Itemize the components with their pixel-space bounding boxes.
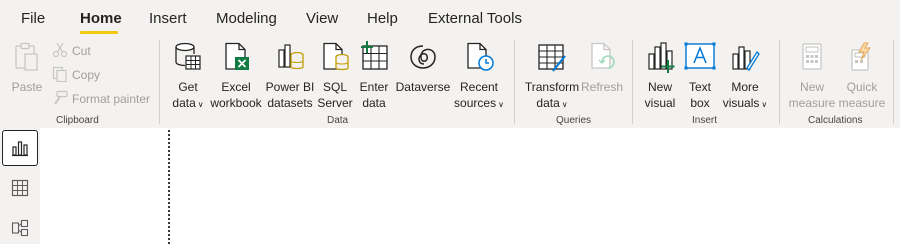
refresh-button[interactable]: Refresh	[580, 40, 624, 110]
new-visual-label-1: New	[647, 80, 672, 94]
paste-button[interactable]: Paste	[8, 40, 46, 100]
database-icon	[175, 42, 201, 70]
transform-data-icon	[538, 44, 566, 72]
new-visual-icon	[648, 42, 675, 73]
active-tab-indicator	[80, 31, 118, 34]
paste-icon	[15, 42, 38, 71]
chevron-down-icon: ∨	[561, 100, 568, 109]
sql-server-button[interactable]: SQL Server	[316, 40, 354, 110]
ribbon: Paste Cut Copy Format painter Clipboard	[0, 36, 900, 129]
menu-bar: File Home Insert Modeling View Help Exte…	[0, 0, 900, 36]
tab-file[interactable]: File	[21, 10, 45, 27]
chevron-down-icon: ∨	[498, 100, 504, 109]
new-visual-button[interactable]: New visual	[640, 40, 680, 110]
canvas-page-boundary	[168, 130, 170, 244]
dataverse-label: Dataverse	[395, 80, 451, 94]
quick-measure-label-1: Quick	[846, 80, 878, 94]
power-bi-label-2: datasets	[267, 96, 313, 110]
enter-data-label-1: Enter	[359, 80, 389, 94]
tab-modeling[interactable]: Modeling	[216, 10, 277, 27]
chevron-down-icon: ∨	[761, 100, 768, 109]
format-painter-label: Format painter	[72, 92, 151, 106]
text-box-icon	[684, 42, 716, 70]
excel-icon	[225, 42, 249, 70]
quick-measure-icon	[851, 42, 871, 71]
format-painter-icon	[54, 90, 68, 105]
excel-label-1: Excel	[221, 80, 251, 94]
model-icon	[11, 219, 29, 237]
get-data-label-1: Get	[178, 80, 198, 94]
more-visuals-label-2: visuals ∨	[722, 96, 768, 110]
report-view-button[interactable]	[2, 130, 38, 166]
more-visuals-button[interactable]: More visuals ∨	[720, 40, 770, 110]
calculations-group-label: Calculations	[808, 115, 863, 126]
chevron-down-icon: ∨	[197, 100, 204, 109]
paste-label: Paste	[11, 80, 43, 94]
cut-label: Cut	[72, 44, 91, 58]
tab-insert[interactable]: Insert	[149, 10, 187, 27]
recent-label-1: Recent	[459, 80, 499, 94]
recent-label-2: sources ∨	[454, 96, 504, 110]
text-box-label-1: Text	[688, 80, 711, 94]
table-icon	[11, 179, 29, 197]
datasets-icon	[278, 44, 304, 70]
quick-measure-label-2: measure	[838, 96, 886, 110]
quick-measure-button[interactable]: Quick measure	[837, 40, 887, 110]
recent-sources-icon	[467, 42, 494, 71]
tab-home[interactable]: Home	[80, 10, 122, 27]
enter-data-icon	[361, 41, 388, 70]
table-view-button[interactable]	[2, 170, 38, 206]
group-divider	[779, 40, 780, 124]
refresh-label: Refresh	[580, 80, 624, 94]
power-bi-datasets-button[interactable]: Power BI datasets	[264, 40, 316, 110]
sql-server-icon	[323, 42, 349, 71]
clipboard-group-label: Clipboard	[56, 115, 99, 126]
new-measure-button[interactable]: New measure	[787, 40, 837, 110]
more-visuals-label-1: More	[731, 80, 759, 94]
transform-label-2: data ∨	[536, 96, 568, 110]
data-group-label: Data	[327, 115, 349, 126]
dataverse-icon	[410, 45, 436, 69]
more-visuals-icon	[732, 46, 760, 72]
copy-label: Copy	[72, 68, 101, 82]
scissors-icon	[52, 42, 68, 58]
recent-sources-button[interactable]: Recent sources ∨	[452, 40, 506, 110]
new-measure-label-1: New	[799, 80, 824, 94]
text-box-button[interactable]: Text box	[681, 40, 719, 110]
group-divider	[159, 40, 160, 124]
model-view-button[interactable]	[2, 210, 38, 246]
enter-data-label-2: data	[362, 96, 386, 110]
tab-external-tools[interactable]: External Tools	[428, 10, 522, 27]
group-divider	[632, 40, 633, 124]
calculator-icon	[802, 43, 822, 70]
text-box-label-2: box	[690, 96, 710, 110]
new-measure-label-2: measure	[788, 96, 836, 110]
group-divider	[514, 40, 515, 124]
power-bi-label-1: Power BI	[265, 80, 315, 94]
group-divider	[893, 40, 894, 124]
get-data-button[interactable]: Get data ∨	[167, 40, 209, 110]
enter-data-button[interactable]: Enter data	[355, 40, 393, 110]
queries-group-label: Queries	[556, 115, 592, 126]
view-switcher	[0, 128, 40, 244]
tab-view[interactable]: View	[306, 10, 338, 27]
dataverse-button[interactable]: Dataverse	[394, 40, 452, 110]
get-data-label-2: data ∨	[172, 96, 204, 110]
excel-label-2: workbook	[210, 96, 262, 110]
sql-label-1: SQL	[322, 80, 347, 94]
copy-icon	[52, 66, 67, 82]
excel-workbook-button[interactable]: Excel workbook	[209, 40, 263, 110]
insert-group-label: Insert	[692, 115, 718, 126]
new-visual-label-2: visual	[644, 96, 676, 110]
bar-chart-icon	[12, 141, 28, 157]
transform-label-1: Transform	[524, 80, 580, 94]
refresh-icon	[591, 42, 615, 69]
tab-help[interactable]: Help	[367, 10, 398, 27]
transform-data-button[interactable]: Transform data ∨	[522, 40, 582, 110]
sql-label-2: Server	[317, 96, 353, 110]
